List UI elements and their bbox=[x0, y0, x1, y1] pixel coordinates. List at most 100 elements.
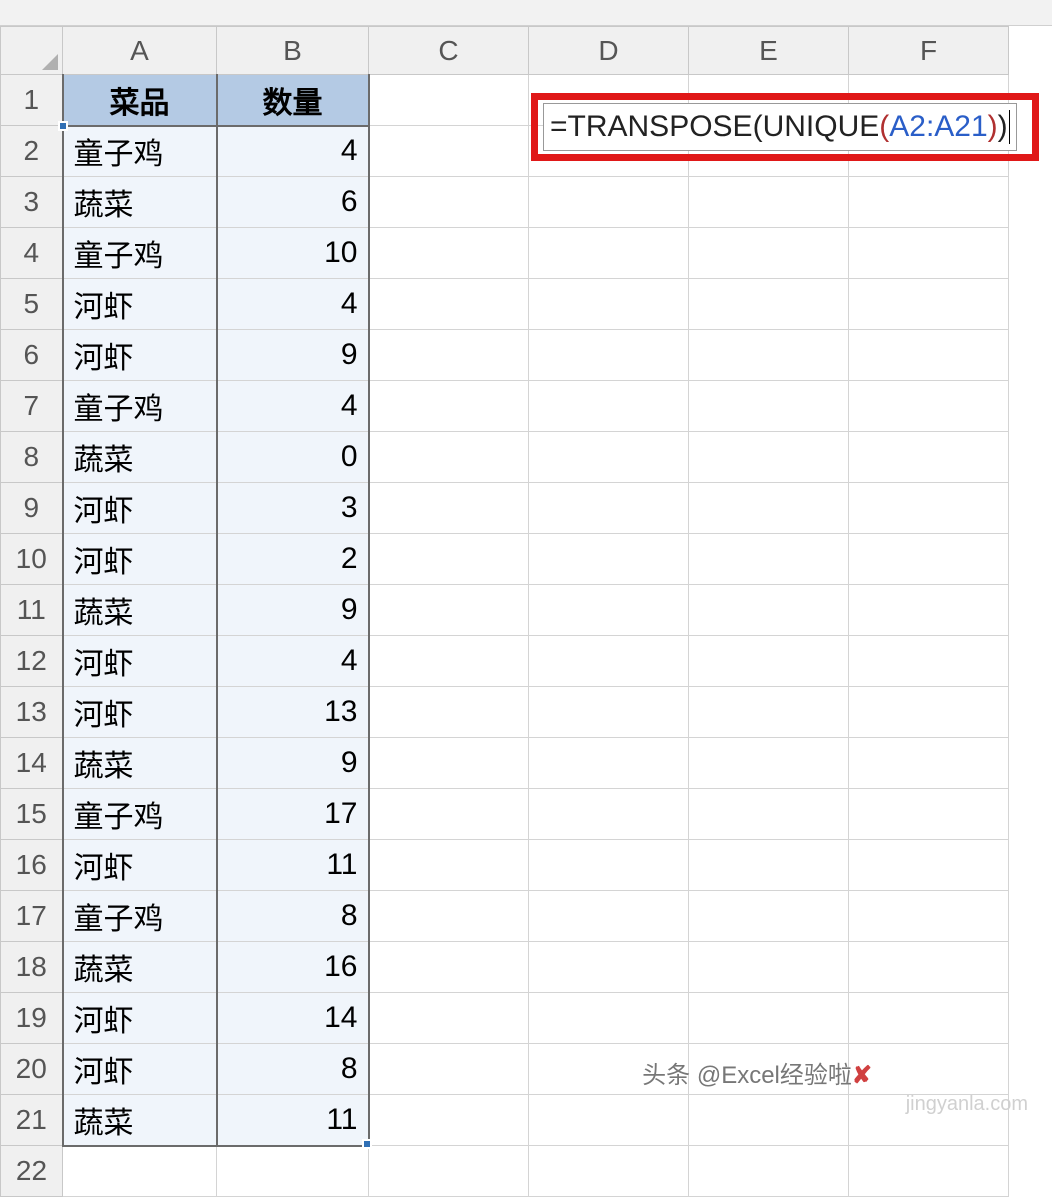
cell-B1[interactable]: 数量 bbox=[217, 75, 369, 126]
row-header-12[interactable]: 12 bbox=[1, 636, 63, 687]
cell-A7[interactable]: 童子鸡 bbox=[63, 381, 217, 432]
cell-F9[interactable] bbox=[849, 483, 1009, 534]
cell-B4[interactable]: 10 bbox=[217, 228, 369, 279]
column-header-E[interactable]: E bbox=[689, 27, 849, 75]
row-header-18[interactable]: 18 bbox=[1, 942, 63, 993]
row-header-1[interactable]: 1 bbox=[1, 75, 63, 126]
cell-F20[interactable] bbox=[849, 1044, 1009, 1095]
cell-D4[interactable] bbox=[529, 228, 689, 279]
cell-C16[interactable] bbox=[369, 840, 529, 891]
cell-F8[interactable] bbox=[849, 432, 1009, 483]
cell-E12[interactable] bbox=[689, 636, 849, 687]
cell-C6[interactable] bbox=[369, 330, 529, 381]
cell-D17[interactable] bbox=[529, 891, 689, 942]
cell-B10[interactable]: 2 bbox=[217, 534, 369, 585]
cell-A2[interactable]: 童子鸡 bbox=[63, 126, 217, 177]
cell-D22[interactable] bbox=[529, 1146, 689, 1197]
cell-A15[interactable]: 童子鸡 bbox=[63, 789, 217, 840]
cell-D8[interactable] bbox=[529, 432, 689, 483]
cell-D11[interactable] bbox=[529, 585, 689, 636]
cell-F17[interactable] bbox=[849, 891, 1009, 942]
cell-A21[interactable]: 蔬菜 bbox=[63, 1095, 217, 1146]
cell-D10[interactable] bbox=[529, 534, 689, 585]
cell-D19[interactable] bbox=[529, 993, 689, 1044]
cell-E4[interactable] bbox=[689, 228, 849, 279]
selection-handle-icon[interactable] bbox=[362, 1139, 372, 1149]
cell-F16[interactable] bbox=[849, 840, 1009, 891]
cell-D7[interactable] bbox=[529, 381, 689, 432]
row-header-14[interactable]: 14 bbox=[1, 738, 63, 789]
cell-E8[interactable] bbox=[689, 432, 849, 483]
cell-F11[interactable] bbox=[849, 585, 1009, 636]
cell-C8[interactable] bbox=[369, 432, 529, 483]
cell-C17[interactable] bbox=[369, 891, 529, 942]
cell-F7[interactable] bbox=[849, 381, 1009, 432]
row-header-16[interactable]: 16 bbox=[1, 840, 63, 891]
cell-C3[interactable] bbox=[369, 177, 529, 228]
cell-C14[interactable] bbox=[369, 738, 529, 789]
cell-A14[interactable]: 蔬菜 bbox=[63, 738, 217, 789]
cell-A22[interactable] bbox=[63, 1146, 217, 1197]
cell-A18[interactable]: 蔬菜 bbox=[63, 942, 217, 993]
cell-C4[interactable] bbox=[369, 228, 529, 279]
row-header-4[interactable]: 4 bbox=[1, 228, 63, 279]
cell-E6[interactable] bbox=[689, 330, 849, 381]
formula-input[interactable]: =TRANSPOSE(UNIQUE(A2:A21)) bbox=[543, 103, 1017, 151]
column-header-C[interactable]: C bbox=[369, 27, 529, 75]
cell-C19[interactable] bbox=[369, 993, 529, 1044]
cell-E10[interactable] bbox=[689, 534, 849, 585]
cell-B8[interactable]: 0 bbox=[217, 432, 369, 483]
cell-B14[interactable]: 9 bbox=[217, 738, 369, 789]
cell-E16[interactable] bbox=[689, 840, 849, 891]
row-header-13[interactable]: 13 bbox=[1, 687, 63, 738]
cell-B22[interactable] bbox=[217, 1146, 369, 1197]
cell-F6[interactable] bbox=[849, 330, 1009, 381]
cell-B17[interactable]: 8 bbox=[217, 891, 369, 942]
row-header-3[interactable]: 3 bbox=[1, 177, 63, 228]
cell-A6[interactable]: 河虾 bbox=[63, 330, 217, 381]
row-header-17[interactable]: 17 bbox=[1, 891, 63, 942]
cell-D21[interactable] bbox=[529, 1095, 689, 1146]
cell-D5[interactable] bbox=[529, 279, 689, 330]
cell-F14[interactable] bbox=[849, 738, 1009, 789]
cell-D16[interactable] bbox=[529, 840, 689, 891]
cell-D9[interactable] bbox=[529, 483, 689, 534]
row-header-5[interactable]: 5 bbox=[1, 279, 63, 330]
row-header-6[interactable]: 6 bbox=[1, 330, 63, 381]
cell-B5[interactable]: 4 bbox=[217, 279, 369, 330]
cell-C10[interactable] bbox=[369, 534, 529, 585]
cell-C20[interactable] bbox=[369, 1044, 529, 1095]
cell-F15[interactable] bbox=[849, 789, 1009, 840]
cell-A12[interactable]: 河虾 bbox=[63, 636, 217, 687]
selection-handle-icon[interactable] bbox=[58, 121, 68, 131]
cell-C22[interactable] bbox=[369, 1146, 529, 1197]
cell-D13[interactable] bbox=[529, 687, 689, 738]
cell-B18[interactable]: 16 bbox=[217, 942, 369, 993]
cell-F5[interactable] bbox=[849, 279, 1009, 330]
cell-A20[interactable]: 河虾 bbox=[63, 1044, 217, 1095]
cell-A11[interactable]: 蔬菜 bbox=[63, 585, 217, 636]
cell-B6[interactable]: 9 bbox=[217, 330, 369, 381]
cell-F22[interactable] bbox=[849, 1146, 1009, 1197]
cell-B12[interactable]: 4 bbox=[217, 636, 369, 687]
column-header-F[interactable]: F bbox=[849, 27, 1009, 75]
cell-B2[interactable]: 4 bbox=[217, 126, 369, 177]
cell-A13[interactable]: 河虾 bbox=[63, 687, 217, 738]
cell-B3[interactable]: 6 bbox=[217, 177, 369, 228]
cell-C5[interactable] bbox=[369, 279, 529, 330]
cell-A9[interactable]: 河虾 bbox=[63, 483, 217, 534]
cell-D14[interactable] bbox=[529, 738, 689, 789]
column-header-B[interactable]: B bbox=[217, 27, 369, 75]
cell-F4[interactable] bbox=[849, 228, 1009, 279]
row-header-21[interactable]: 21 bbox=[1, 1095, 63, 1146]
cell-D12[interactable] bbox=[529, 636, 689, 687]
cell-E13[interactable] bbox=[689, 687, 849, 738]
cell-E3[interactable] bbox=[689, 177, 849, 228]
row-header-11[interactable]: 11 bbox=[1, 585, 63, 636]
cell-F12[interactable] bbox=[849, 636, 1009, 687]
row-header-19[interactable]: 19 bbox=[1, 993, 63, 1044]
cell-A19[interactable]: 河虾 bbox=[63, 993, 217, 1044]
cell-E11[interactable] bbox=[689, 585, 849, 636]
column-header-D[interactable]: D bbox=[529, 27, 689, 75]
cell-C21[interactable] bbox=[369, 1095, 529, 1146]
